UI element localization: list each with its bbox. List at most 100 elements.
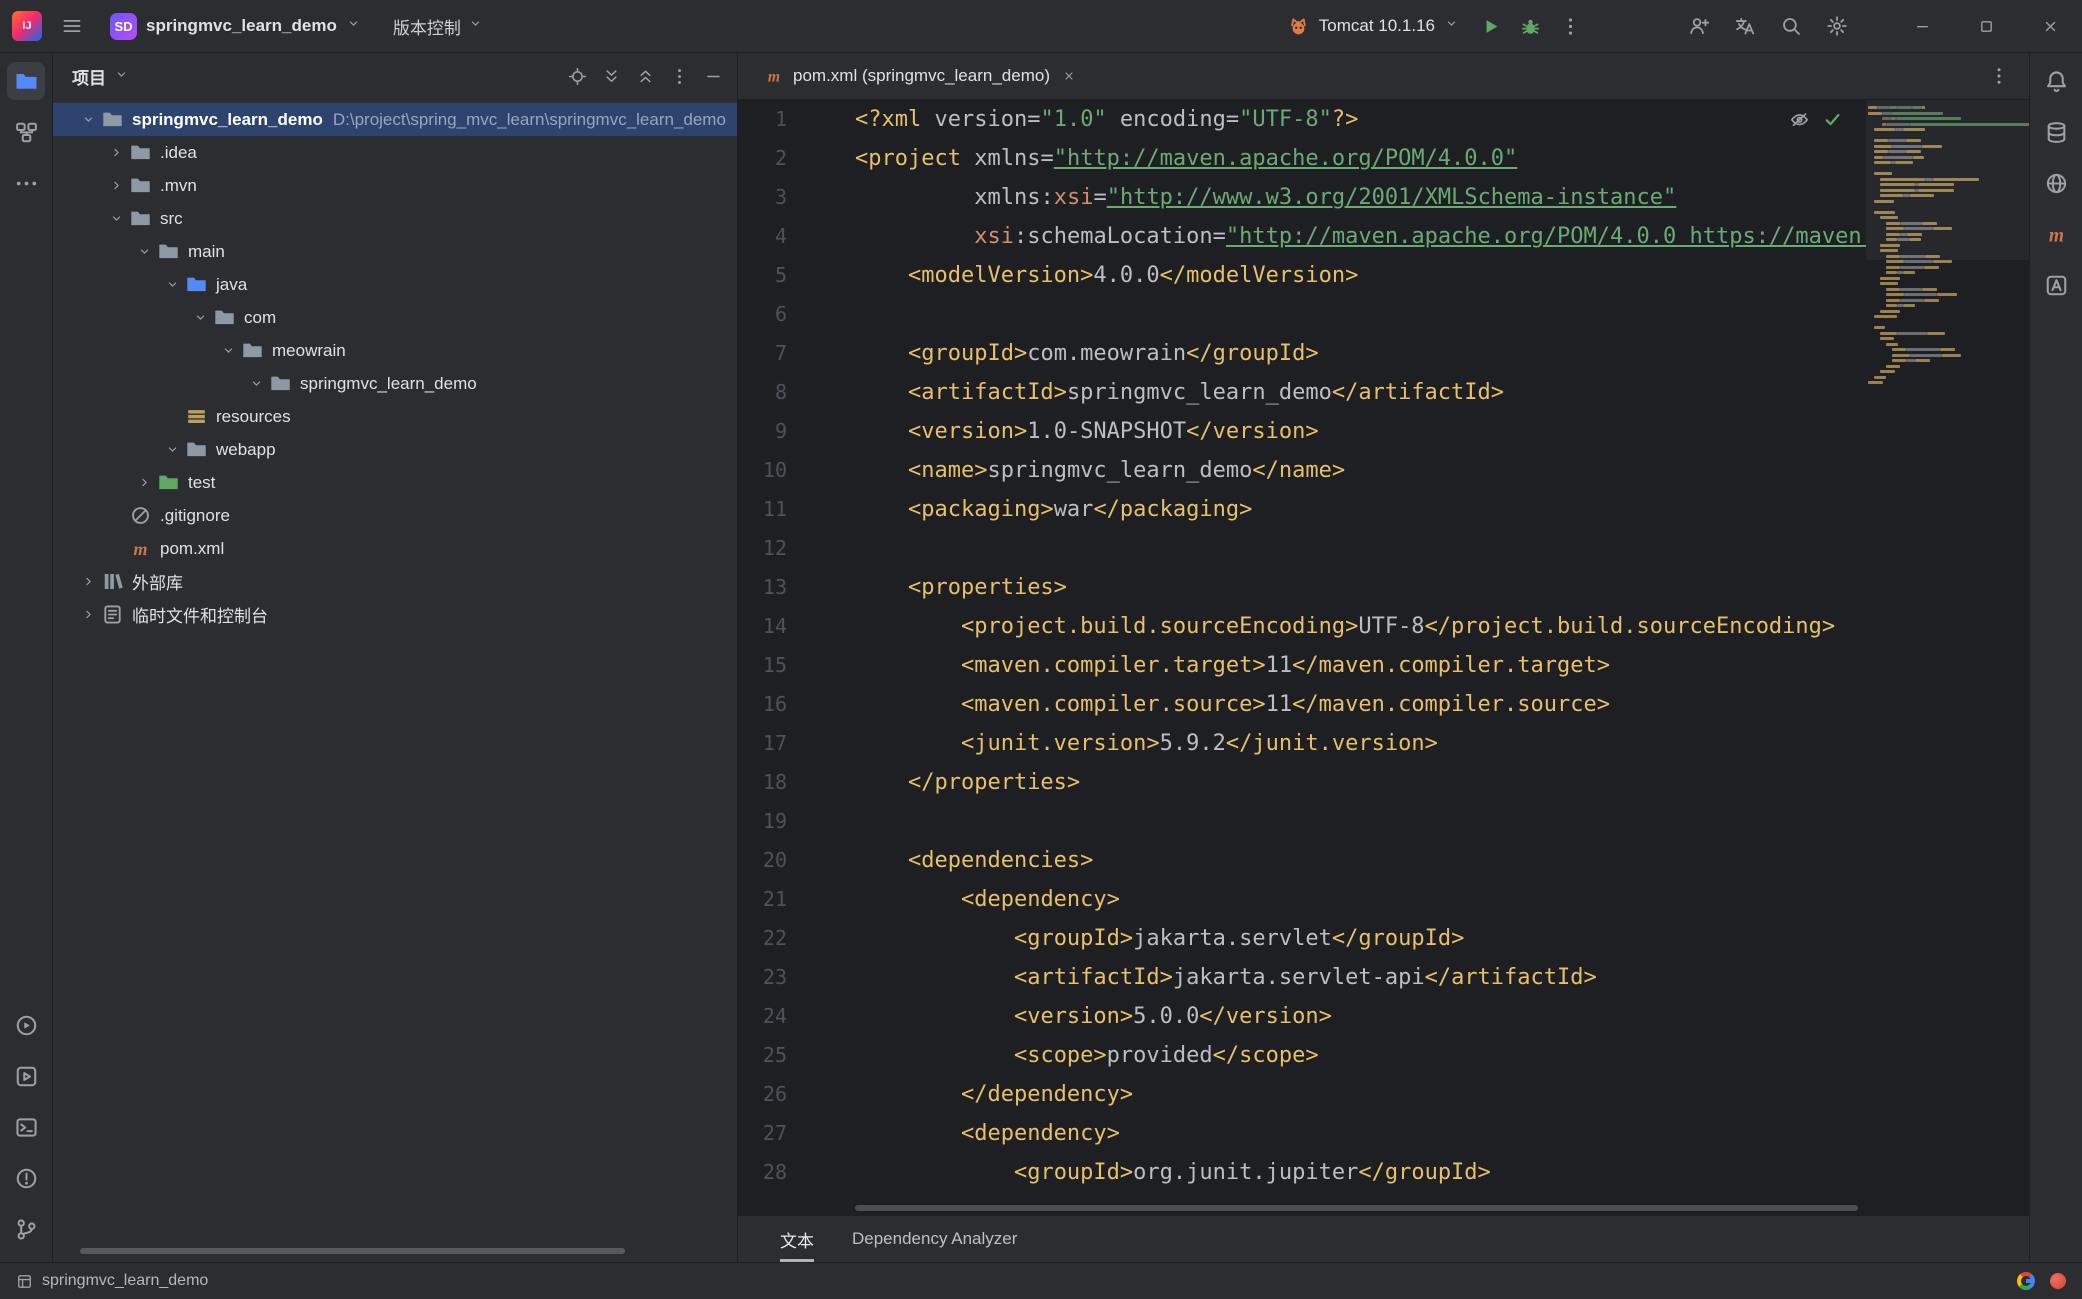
chevron-down-icon[interactable] xyxy=(159,268,185,301)
chevron-down-icon[interactable] xyxy=(159,433,185,466)
code-line-18[interactable]: </properties> xyxy=(855,763,1866,802)
database-icon[interactable] xyxy=(2037,113,2075,151)
minimize-icon[interactable] xyxy=(1890,0,1954,52)
tree-item-springmvc_learn_demo[interactable]: springmvc_learn_demoD:\project\spring_mv… xyxy=(53,103,737,136)
tree-item-resources[interactable]: resources xyxy=(53,400,737,433)
translate-icon[interactable] xyxy=(1726,7,1764,45)
code-line-23[interactable]: <artifactId>jakarta.servlet-api</artifac… xyxy=(855,958,1866,997)
notification-dot-icon[interactable] xyxy=(2050,1273,2066,1289)
chevron-down-icon[interactable] xyxy=(131,235,157,268)
code-line-15[interactable]: <maven.compiler.target>11</maven.compile… xyxy=(855,646,1866,685)
run-tool-icon[interactable] xyxy=(7,1006,45,1044)
code-line-14[interactable]: <project.build.sourceEncoding>UTF-8</pro… xyxy=(855,607,1866,646)
tab-dependency-analyzer[interactable]: Dependency Analyzer xyxy=(852,1216,1017,1262)
more-icon[interactable] xyxy=(663,61,695,93)
debug-button[interactable] xyxy=(1512,8,1548,44)
chevron-down-icon[interactable] xyxy=(75,103,101,136)
code-line-9[interactable]: <version>1.0-SNAPSHOT</version> xyxy=(855,412,1866,451)
tree-item-springmvc_learn_demo[interactable]: springmvc_learn_demo xyxy=(53,367,737,400)
highlighting-level-icon[interactable] xyxy=(1789,109,1810,130)
hide-icon[interactable] xyxy=(697,61,729,93)
close-tab-icon[interactable] xyxy=(1059,66,1079,86)
tree-item-test[interactable]: test xyxy=(53,466,737,499)
settings-icon[interactable] xyxy=(1818,7,1856,45)
locate-icon[interactable] xyxy=(561,61,593,93)
code-line-3[interactable]: xmlns:xsi="http://www.w3.org/2001/XMLSch… xyxy=(855,178,1866,217)
code-line-1[interactable]: <?xml version="1.0" encoding="UTF-8"?> xyxy=(855,100,1866,139)
tree-item-src[interactable]: src xyxy=(53,202,737,235)
tree-item-webapp[interactable]: webapp xyxy=(53,433,737,466)
run-config-selector[interactable]: Tomcat 10.1.16 xyxy=(1278,10,1468,43)
project-widget[interactable]: SD springmvc_learn_demo xyxy=(102,8,369,45)
tab-text-view[interactable]: 文本 xyxy=(780,1216,814,1262)
code-line-26[interactable]: </dependency> xyxy=(855,1075,1866,1114)
translation-icon[interactable] xyxy=(2037,266,2075,304)
collapse-all-icon[interactable] xyxy=(629,61,661,93)
code-line-20[interactable]: <dependencies> xyxy=(855,841,1866,880)
code-line-5[interactable]: <modelVersion>4.0.0</modelVersion> xyxy=(855,256,1866,295)
chevron-right-icon[interactable] xyxy=(103,136,129,169)
chevron-right-icon[interactable] xyxy=(103,169,129,202)
tree-item-pom.xml[interactable]: mpom.xml xyxy=(53,532,737,565)
structure-icon[interactable] xyxy=(7,113,45,151)
code-line-24[interactable]: <version>5.0.0</version> xyxy=(855,997,1866,1036)
more-run-actions-button[interactable] xyxy=(1552,8,1588,44)
search-icon[interactable] xyxy=(1772,7,1810,45)
code-line-7[interactable]: <groupId>com.meowrain</groupId> xyxy=(855,334,1866,373)
project-icon[interactable] xyxy=(7,62,45,100)
tree-item-.mvn[interactable]: .mvn xyxy=(53,169,737,202)
code-line-21[interactable]: <dependency> xyxy=(855,880,1866,919)
tree-item-.gitignore[interactable]: .gitignore xyxy=(53,499,737,532)
editor-tab-pom-xml[interactable]: m pom.xml (springmvc_learn_demo) xyxy=(752,53,1091,99)
chevron-down-icon[interactable] xyxy=(114,67,129,87)
code-line-10[interactable]: <name>springmvc_learn_demo</name> xyxy=(855,451,1866,490)
chevron-down-icon[interactable] xyxy=(187,301,213,334)
code-line-8[interactable]: <artifactId>springmvc_learn_demo</artifa… xyxy=(855,373,1866,412)
chevron-right-icon[interactable] xyxy=(131,466,157,499)
tree-item-[interactable]: 临时文件和控制台 xyxy=(53,598,737,631)
project-horizontal-scrollbar[interactable] xyxy=(80,1248,625,1254)
more-h-icon[interactable] xyxy=(7,164,45,202)
code-line-16[interactable]: <maven.compiler.source>11</maven.compile… xyxy=(855,685,1866,724)
code-line-19[interactable] xyxy=(855,802,1866,841)
code-line-13[interactable]: <properties> xyxy=(855,568,1866,607)
code-line-22[interactable]: <groupId>jakarta.servlet</groupId> xyxy=(855,919,1866,958)
maven-icon[interactable]: m xyxy=(2037,215,2075,253)
main-menu-button[interactable] xyxy=(52,6,92,46)
editor-horizontal-scrollbar[interactable] xyxy=(855,1205,1858,1211)
tree-item-.idea[interactable]: .idea xyxy=(53,136,737,169)
code-line-2[interactable]: <project xmlns="http://maven.apache.org/… xyxy=(855,139,1866,178)
tree-item-java[interactable]: java xyxy=(53,268,737,301)
vcs-widget[interactable]: 版本控制 xyxy=(385,9,491,44)
minimap[interactable] xyxy=(1866,100,2029,1215)
code-line-11[interactable]: <packaging>war</packaging> xyxy=(855,490,1866,529)
close-window-icon[interactable] xyxy=(2018,0,2082,52)
code-line-25[interactable]: <scope>provided</scope> xyxy=(855,1036,1866,1075)
terminal-icon[interactable] xyxy=(7,1108,45,1146)
web-icon[interactable] xyxy=(2037,164,2075,202)
code-line-17[interactable]: <junit.version>5.9.2</junit.version> xyxy=(855,724,1866,763)
tree-item-main[interactable]: main xyxy=(53,235,737,268)
code-with-me-icon[interactable] xyxy=(1680,7,1718,45)
tree-item-meowrain[interactable]: meowrain xyxy=(53,334,737,367)
google-translate-icon[interactable] xyxy=(2017,1272,2035,1290)
chevron-down-icon[interactable] xyxy=(243,367,269,400)
chevron-right-icon[interactable] xyxy=(75,598,101,631)
code-line-6[interactable] xyxy=(855,295,1866,334)
expand-all-icon[interactable] xyxy=(595,61,627,93)
chevron-down-icon[interactable] xyxy=(215,334,241,367)
maximize-icon[interactable] xyxy=(1954,0,2018,52)
tab-options-icon[interactable] xyxy=(1979,56,2019,96)
problems-icon[interactable] xyxy=(7,1159,45,1197)
no-problems-check-icon[interactable] xyxy=(1822,109,1843,130)
chevron-right-icon[interactable] xyxy=(75,565,101,598)
tree-item-com[interactable]: com xyxy=(53,301,737,334)
run-button[interactable] xyxy=(1472,8,1508,44)
notifications-icon[interactable] xyxy=(2037,62,2075,100)
code-line-28[interactable]: <groupId>org.junit.jupiter</groupId> xyxy=(855,1153,1866,1192)
editor-code[interactable]: <?xml version="1.0" encoding="UTF-8"?><p… xyxy=(855,100,1866,1215)
code-line-12[interactable] xyxy=(855,529,1866,568)
version-control-icon[interactable] xyxy=(7,1210,45,1248)
services-icon[interactable] xyxy=(7,1057,45,1095)
code-line-4[interactable]: xsi:schemaLocation="http://maven.apache.… xyxy=(855,217,1866,256)
